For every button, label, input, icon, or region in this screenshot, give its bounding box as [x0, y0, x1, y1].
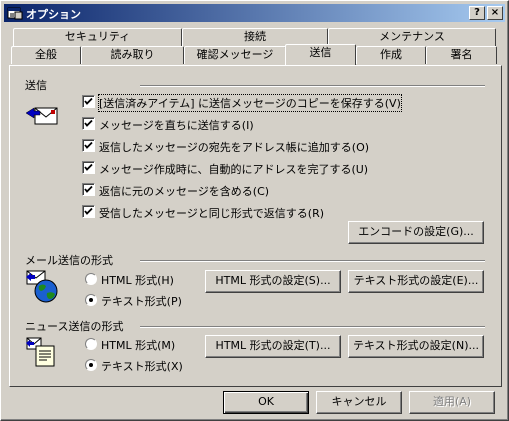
mail-text-settings-button[interactable]: テキスト形式の設定(E)... [348, 270, 484, 293]
reply-same-format-checkbox[interactable] [82, 205, 95, 218]
tab-read[interactable]: 読み取り [81, 46, 184, 64]
news-html-label[interactable]: HTML 形式(M) [101, 337, 175, 353]
send-tab-panel: 送信 [送信済みアイテム] に送信メッセージのコピーを保存する(V) メッセージ… [9, 65, 502, 387]
close-button[interactable]: × [487, 6, 503, 20]
send-immediately-label[interactable]: メッセージを直ちに送信する(I) [99, 117, 254, 133]
tab-receipts[interactable]: 確認メッセージ [184, 46, 286, 64]
mail-format-divider [140, 260, 485, 262]
send-immediately-checkbox[interactable] [82, 117, 95, 130]
mail-html-settings-button[interactable]: HTML 形式の設定(S)... [205, 270, 341, 293]
checkmark-icon [84, 119, 93, 127]
help-button[interactable]: ? [469, 6, 485, 20]
mail-html-radio[interactable] [85, 273, 97, 285]
tab-general[interactable]: 全般 [11, 46, 81, 64]
news-document-icon [26, 337, 55, 367]
news-text-label[interactable]: テキスト形式(X) [101, 358, 183, 374]
checkmark-icon [84, 163, 93, 171]
news-text-radio[interactable] [85, 359, 97, 371]
news-text-settings-button[interactable]: テキスト形式の設定(N)... [348, 335, 484, 358]
checkmark-icon [84, 97, 93, 105]
send-group-divider [140, 85, 485, 87]
autocomplete-addresses-label[interactable]: メッセージ作成時に、自動的にアドレスを完了する(U) [99, 161, 368, 177]
radio-selected-dot [89, 363, 93, 367]
mail-html-label[interactable]: HTML 形式(H) [101, 272, 174, 288]
news-format-divider [140, 326, 485, 328]
news-html-settings-button[interactable]: HTML 形式の設定(T)... [205, 335, 341, 358]
options-window-icon [7, 7, 23, 20]
mail-text-radio[interactable] [85, 294, 97, 306]
news-format-group-label: ニュース送信の形式 [25, 320, 124, 333]
save-sent-copy-label[interactable]: [送信済みアイテム] に送信メッセージのコピーを保存する(V) [98, 94, 402, 112]
add-reply-recipients-checkbox[interactable] [82, 139, 95, 152]
encode-settings-button[interactable]: エンコードの設定(G)... [348, 221, 484, 244]
checkmark-icon [84, 207, 93, 215]
options-window: オプション ? × セキュリティ 接続 メンテナンス 全般 読み取り 確認メッセ… [0, 0, 509, 421]
checkmark-icon [84, 141, 93, 149]
mail-format-group-label: メール送信の形式 [25, 254, 113, 267]
title-bar[interactable]: オプション ? × [4, 4, 505, 22]
tab-send[interactable]: 送信 [285, 44, 356, 65]
window-title: オプション [26, 8, 81, 21]
mail-text-label[interactable]: テキスト形式(P) [101, 293, 182, 309]
cancel-button[interactable]: キャンセル [316, 391, 402, 414]
tab-signatures[interactable]: 署名 [426, 46, 497, 64]
add-reply-recipients-label[interactable]: 返信したメッセージの宛先をアドレス帳に追加する(O) [99, 139, 369, 155]
send-group-label: 送信 [25, 79, 47, 92]
tab-compose[interactable]: 作成 [356, 46, 426, 64]
mail-globe-icon [26, 270, 58, 303]
save-sent-copy-checkbox[interactable] [82, 95, 95, 108]
radio-selected-dot [89, 298, 93, 302]
autocomplete-addresses-checkbox[interactable] [82, 161, 95, 174]
apply-button[interactable]: 適用(A) [409, 391, 495, 414]
tab-security[interactable]: セキュリティ [13, 28, 182, 46]
send-envelope-icon [25, 107, 58, 125]
checkmark-icon [84, 185, 93, 193]
include-original-label[interactable]: 返信に元のメッセージを含める(C) [99, 183, 269, 199]
reply-same-format-label[interactable]: 受信したメッセージと同じ形式で返信する(R) [99, 205, 324, 221]
include-original-checkbox[interactable] [82, 183, 95, 196]
news-html-radio[interactable] [85, 338, 97, 350]
ok-button[interactable]: OK [223, 391, 309, 414]
